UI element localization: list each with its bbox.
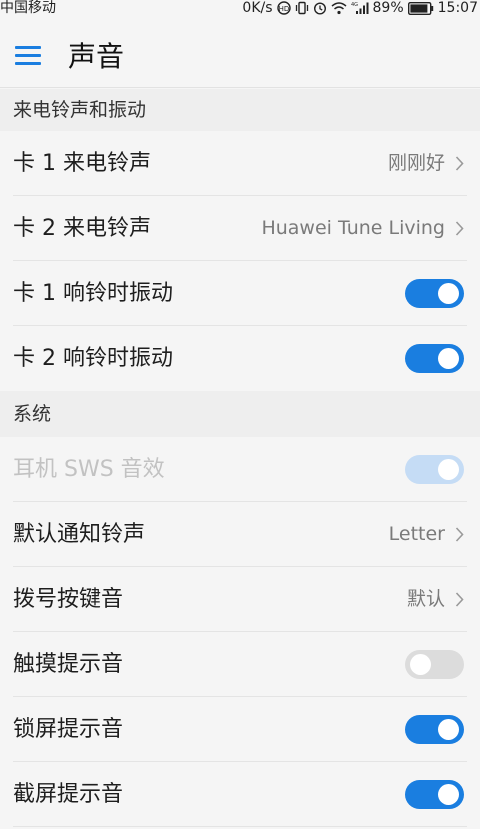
chevron-right-icon <box>455 592 464 607</box>
screenshot-sound-row: 截屏提示音 <box>0 762 480 827</box>
touch-sound-row: 触摸提示音 <box>0 632 480 697</box>
chevron-right-icon <box>455 527 464 542</box>
sim2-vibrate-row: 卡 2 响铃时振动 <box>0 326 480 391</box>
network-speed: 0K/s <box>242 0 273 16</box>
sws-label: 耳机 SWS 音效 <box>13 457 165 482</box>
wifi-icon <box>331 2 347 15</box>
svg-text:4G: 4G <box>351 2 358 8</box>
sim1-vibrate-toggle[interactable] <box>405 279 464 308</box>
battery-icon <box>407 1 433 15</box>
lock-sound-row: 锁屏提示音 <box>0 697 480 762</box>
sim2-ringtone-row[interactable]: 卡 2 来电铃声 Huawei Tune Living <box>0 196 480 261</box>
page-title: 声音 <box>68 40 125 73</box>
hamburger-menu-icon[interactable] <box>10 37 46 73</box>
sim1-vibrate-row: 卡 1 响铃时振动 <box>0 261 480 326</box>
app-bar: 声音 <box>0 17 480 88</box>
chevron-right-icon <box>455 221 464 236</box>
svg-text:HD: HD <box>278 5 289 13</box>
dialpad-tone-label: 拨号按键音 <box>13 587 124 612</box>
screenshot-sound-toggle[interactable] <box>405 780 464 809</box>
hd-icon: HD <box>276 1 291 15</box>
notification-ringtone-value: Letter <box>388 523 445 545</box>
sim2-ringtone-value: Huawei Tune Living <box>261 217 445 239</box>
lock-sound-toggle[interactable] <box>405 715 464 744</box>
alarm-icon <box>313 2 326 15</box>
dialpad-tone-row[interactable]: 拨号按键音 默认 <box>0 567 480 632</box>
signal-icon: 4G <box>351 2 369 14</box>
sim2-vibrate-toggle[interactable] <box>405 344 464 373</box>
sim1-ringtone-label: 卡 1 来电铃声 <box>13 151 151 176</box>
clock: 15:07 <box>437 0 478 16</box>
sws-toggle <box>405 455 464 484</box>
sim1-vibrate-label: 卡 1 响铃时振动 <box>13 281 173 306</box>
vibrate-icon <box>295 1 308 15</box>
dialpad-tone-value: 默认 <box>406 588 445 610</box>
carrier-name: 中国移动 <box>0 0 56 16</box>
touch-sound-toggle[interactable] <box>405 650 464 679</box>
notification-ringtone-row[interactable]: 默认通知铃声 Letter <box>0 502 480 567</box>
notification-ringtone-label: 默认通知铃声 <box>13 522 146 547</box>
sim1-ringtone-row[interactable]: 卡 1 来电铃声 刚刚好 <box>0 131 480 196</box>
battery-percent: 89% <box>372 0 404 16</box>
sim2-ringtone-label: 卡 2 来电铃声 <box>13 216 151 241</box>
screenshot-sound-label: 截屏提示音 <box>13 782 124 807</box>
lock-sound-label: 锁屏提示音 <box>13 717 124 742</box>
sim1-ringtone-value: 刚刚好 <box>387 152 445 174</box>
status-bar: 中国移动 0K/s HD 4G 89% 15:07 <box>0 0 480 17</box>
touch-sound-label: 触摸提示音 <box>13 652 124 677</box>
section-header-call: 来电铃声和振动 <box>0 89 480 131</box>
sws-row: 耳机 SWS 音效 <box>0 437 480 502</box>
chevron-right-icon <box>455 156 464 171</box>
status-icons: 0K/s HD 4G 89% 15:07 <box>242 0 478 16</box>
sim2-vibrate-label: 卡 2 响铃时振动 <box>13 346 173 371</box>
section-header-system: 系统 <box>0 391 480 437</box>
